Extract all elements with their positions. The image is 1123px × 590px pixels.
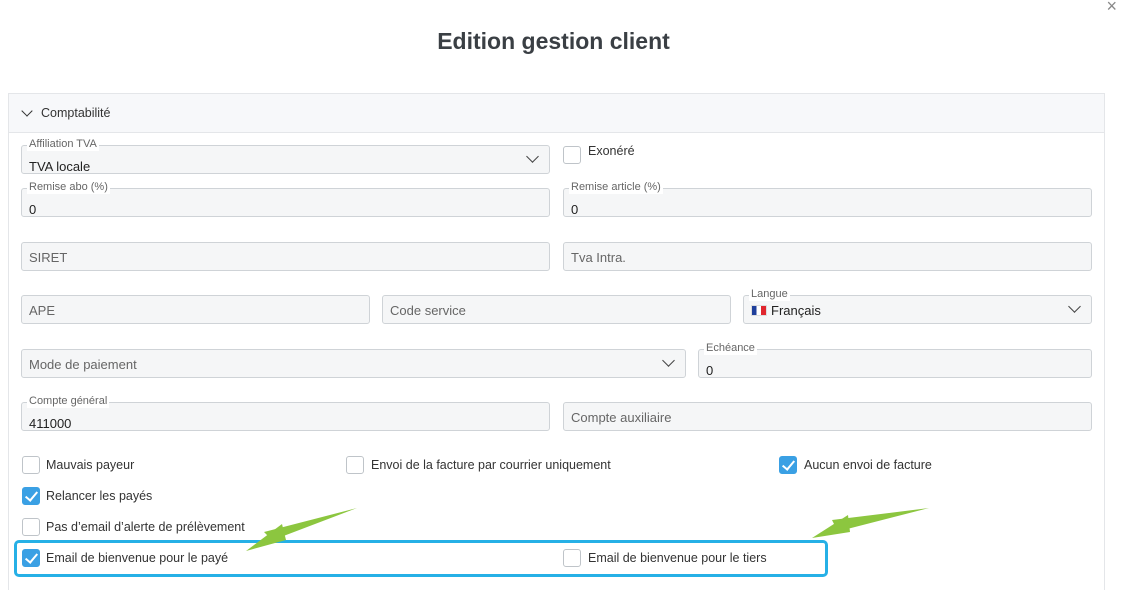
field-placeholder: Mode de paiement xyxy=(29,357,137,372)
chevron-down-icon xyxy=(21,105,33,117)
field-label: Affiliation TVA xyxy=(27,137,99,151)
field-label: Remise abo (%) xyxy=(27,180,110,194)
modal-title: Edition gestion client xyxy=(437,28,670,54)
french-flag-icon xyxy=(751,305,767,316)
langue-select[interactable]: Langue Français xyxy=(743,287,1092,324)
field-value: 0 xyxy=(29,202,37,217)
field-label: Compte général xyxy=(27,394,110,408)
langue-value: Français xyxy=(771,303,821,318)
field-placeholder: Compte auxiliaire xyxy=(571,410,672,425)
aucun-envoi-checkbox[interactable] xyxy=(779,456,797,474)
remise-abo-input[interactable]: Remise abo (%) 0 xyxy=(21,180,550,217)
affiliation-tva-select[interactable]: Affiliation TVA TVA locale xyxy=(21,137,550,174)
envoi-courrier-label: Envoi de la facture par courrier uniquem… xyxy=(371,458,611,472)
mauvais-payeur-checkbox[interactable] xyxy=(22,456,40,474)
mauvais-payeur-label: Mauvais payeur xyxy=(46,458,135,472)
remise-article-input[interactable]: Remise article (%) 0 xyxy=(563,180,1092,217)
close-icon[interactable]: × xyxy=(1106,0,1117,17)
echeance-input[interactable]: Echéance 0 xyxy=(698,341,1092,378)
ape-input[interactable]: APE xyxy=(21,295,370,324)
chevron-down-icon xyxy=(662,354,675,367)
aucun-envoi-label: Aucun envoi de facture xyxy=(804,458,932,472)
code-service-input[interactable]: Code service xyxy=(382,295,731,324)
field-placeholder: Code service xyxy=(390,303,466,318)
field-placeholder: Tva Intra. xyxy=(571,250,626,265)
compte-auxiliaire-input[interactable]: Compte auxiliaire xyxy=(563,402,1092,431)
siret-input[interactable]: SIRET xyxy=(21,242,550,271)
relancer-payes-label: Relancer les payés xyxy=(46,489,153,503)
exonere-checkbox[interactable] xyxy=(563,146,581,164)
chevron-down-icon xyxy=(526,150,539,163)
mode-paiement-select[interactable]: Mode de paiement xyxy=(21,349,686,378)
field-label: Echéance xyxy=(704,341,757,355)
field-value: 0 xyxy=(571,202,579,217)
section-title: Comptabilité xyxy=(41,106,111,120)
field-label: Langue xyxy=(749,287,790,301)
field-label: Remise article (%) xyxy=(569,180,663,194)
pas-email-label: Pas d’email d’alerte de prélèvement xyxy=(46,520,245,534)
chevron-down-icon xyxy=(1068,300,1081,313)
relancer-payes-checkbox[interactable] xyxy=(22,487,40,505)
highlight-box xyxy=(14,540,828,577)
pas-email-checkbox[interactable] xyxy=(22,518,40,536)
field-value: Français xyxy=(751,303,821,318)
exonere-label: Exonéré xyxy=(588,144,635,158)
envoi-courrier-checkbox[interactable] xyxy=(346,456,364,474)
compte-general-input[interactable]: Compte général 411000 xyxy=(21,394,550,431)
field-placeholder: SIRET xyxy=(29,250,68,265)
field-value: 411000 xyxy=(29,416,72,431)
field-value: 0 xyxy=(706,363,714,378)
field-value: TVA locale xyxy=(29,159,91,174)
tva-intra-input[interactable]: Tva Intra. xyxy=(563,242,1092,271)
field-placeholder: APE xyxy=(29,303,56,318)
section-header[interactable]: Comptabilité xyxy=(9,94,1104,133)
